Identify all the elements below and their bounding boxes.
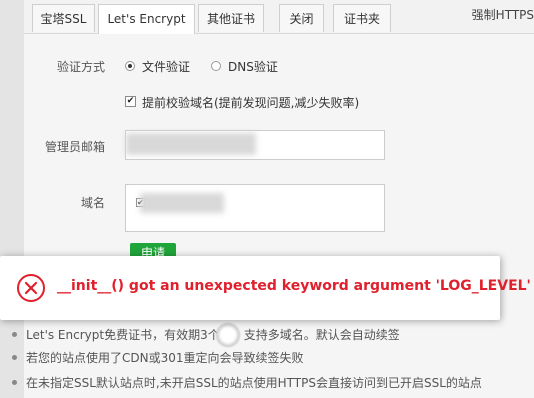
precheck-checkbox[interactable]: ✔ (125, 96, 136, 107)
radio-dns-verify[interactable] (211, 61, 221, 71)
error-toast: __init__() got an unexpected keyword arg… (0, 256, 531, 320)
note-item: 若您的站点使用了CDN或301重定向会导致续签失败 (26, 351, 304, 365)
ssl-panel: 宝塔SSL Let's Encrypt 其他证书 关闭 证书夹 强制HTTPS … (12, 0, 534, 398)
note-item: Let's Encrypt免费证书，有效期3个月，支持多域名。默认会自动续签 (26, 328, 400, 342)
bullet-icon (12, 380, 17, 385)
tab-close[interactable]: 关闭 (279, 4, 324, 32)
redacted-domain (140, 193, 224, 213)
error-message: __init__() got an unexpected keyword arg… (57, 278, 531, 294)
tab-lets-encrypt[interactable]: Let's Encrypt (98, 4, 195, 34)
bullet-icon (12, 355, 17, 360)
left-strip (0, 0, 24, 398)
tab-cert-folder[interactable]: 证书夹 (333, 4, 391, 32)
admin-email-input[interactable] (125, 130, 385, 160)
radio-dns-verify-label[interactable]: DNS验证 (228, 58, 278, 75)
loading-spinner-icon (215, 322, 241, 348)
note-item: 在未指定SSL默认站点时,未开启SSL的站点使用HTTPS会直接访问到已开启SS… (26, 376, 482, 390)
tab-force-https[interactable]: 强制HTTPS (472, 6, 534, 23)
precheck-label[interactable]: 提前校验域名(提前发现问题,减少失败率) (142, 94, 359, 111)
domain-list[interactable]: ✔ (125, 184, 385, 232)
radio-file-verify[interactable] (125, 61, 135, 71)
domain-label: 域名 (81, 196, 106, 210)
verify-method-label: 验证方式 (57, 60, 106, 74)
redacted-email (126, 133, 256, 155)
tab-bar: 宝塔SSL Let's Encrypt 其他证书 关闭 证书夹 强制HTTPS (24, 0, 534, 34)
radio-file-verify-label[interactable]: 文件验证 (142, 58, 190, 75)
tab-baota-ssl[interactable]: 宝塔SSL (32, 4, 95, 32)
tab-other-cert[interactable]: 其他证书 (198, 4, 264, 32)
bullet-icon (12, 332, 17, 337)
error-circle-x-icon (17, 274, 45, 302)
admin-email-label: 管理员邮箱 (45, 140, 106, 154)
